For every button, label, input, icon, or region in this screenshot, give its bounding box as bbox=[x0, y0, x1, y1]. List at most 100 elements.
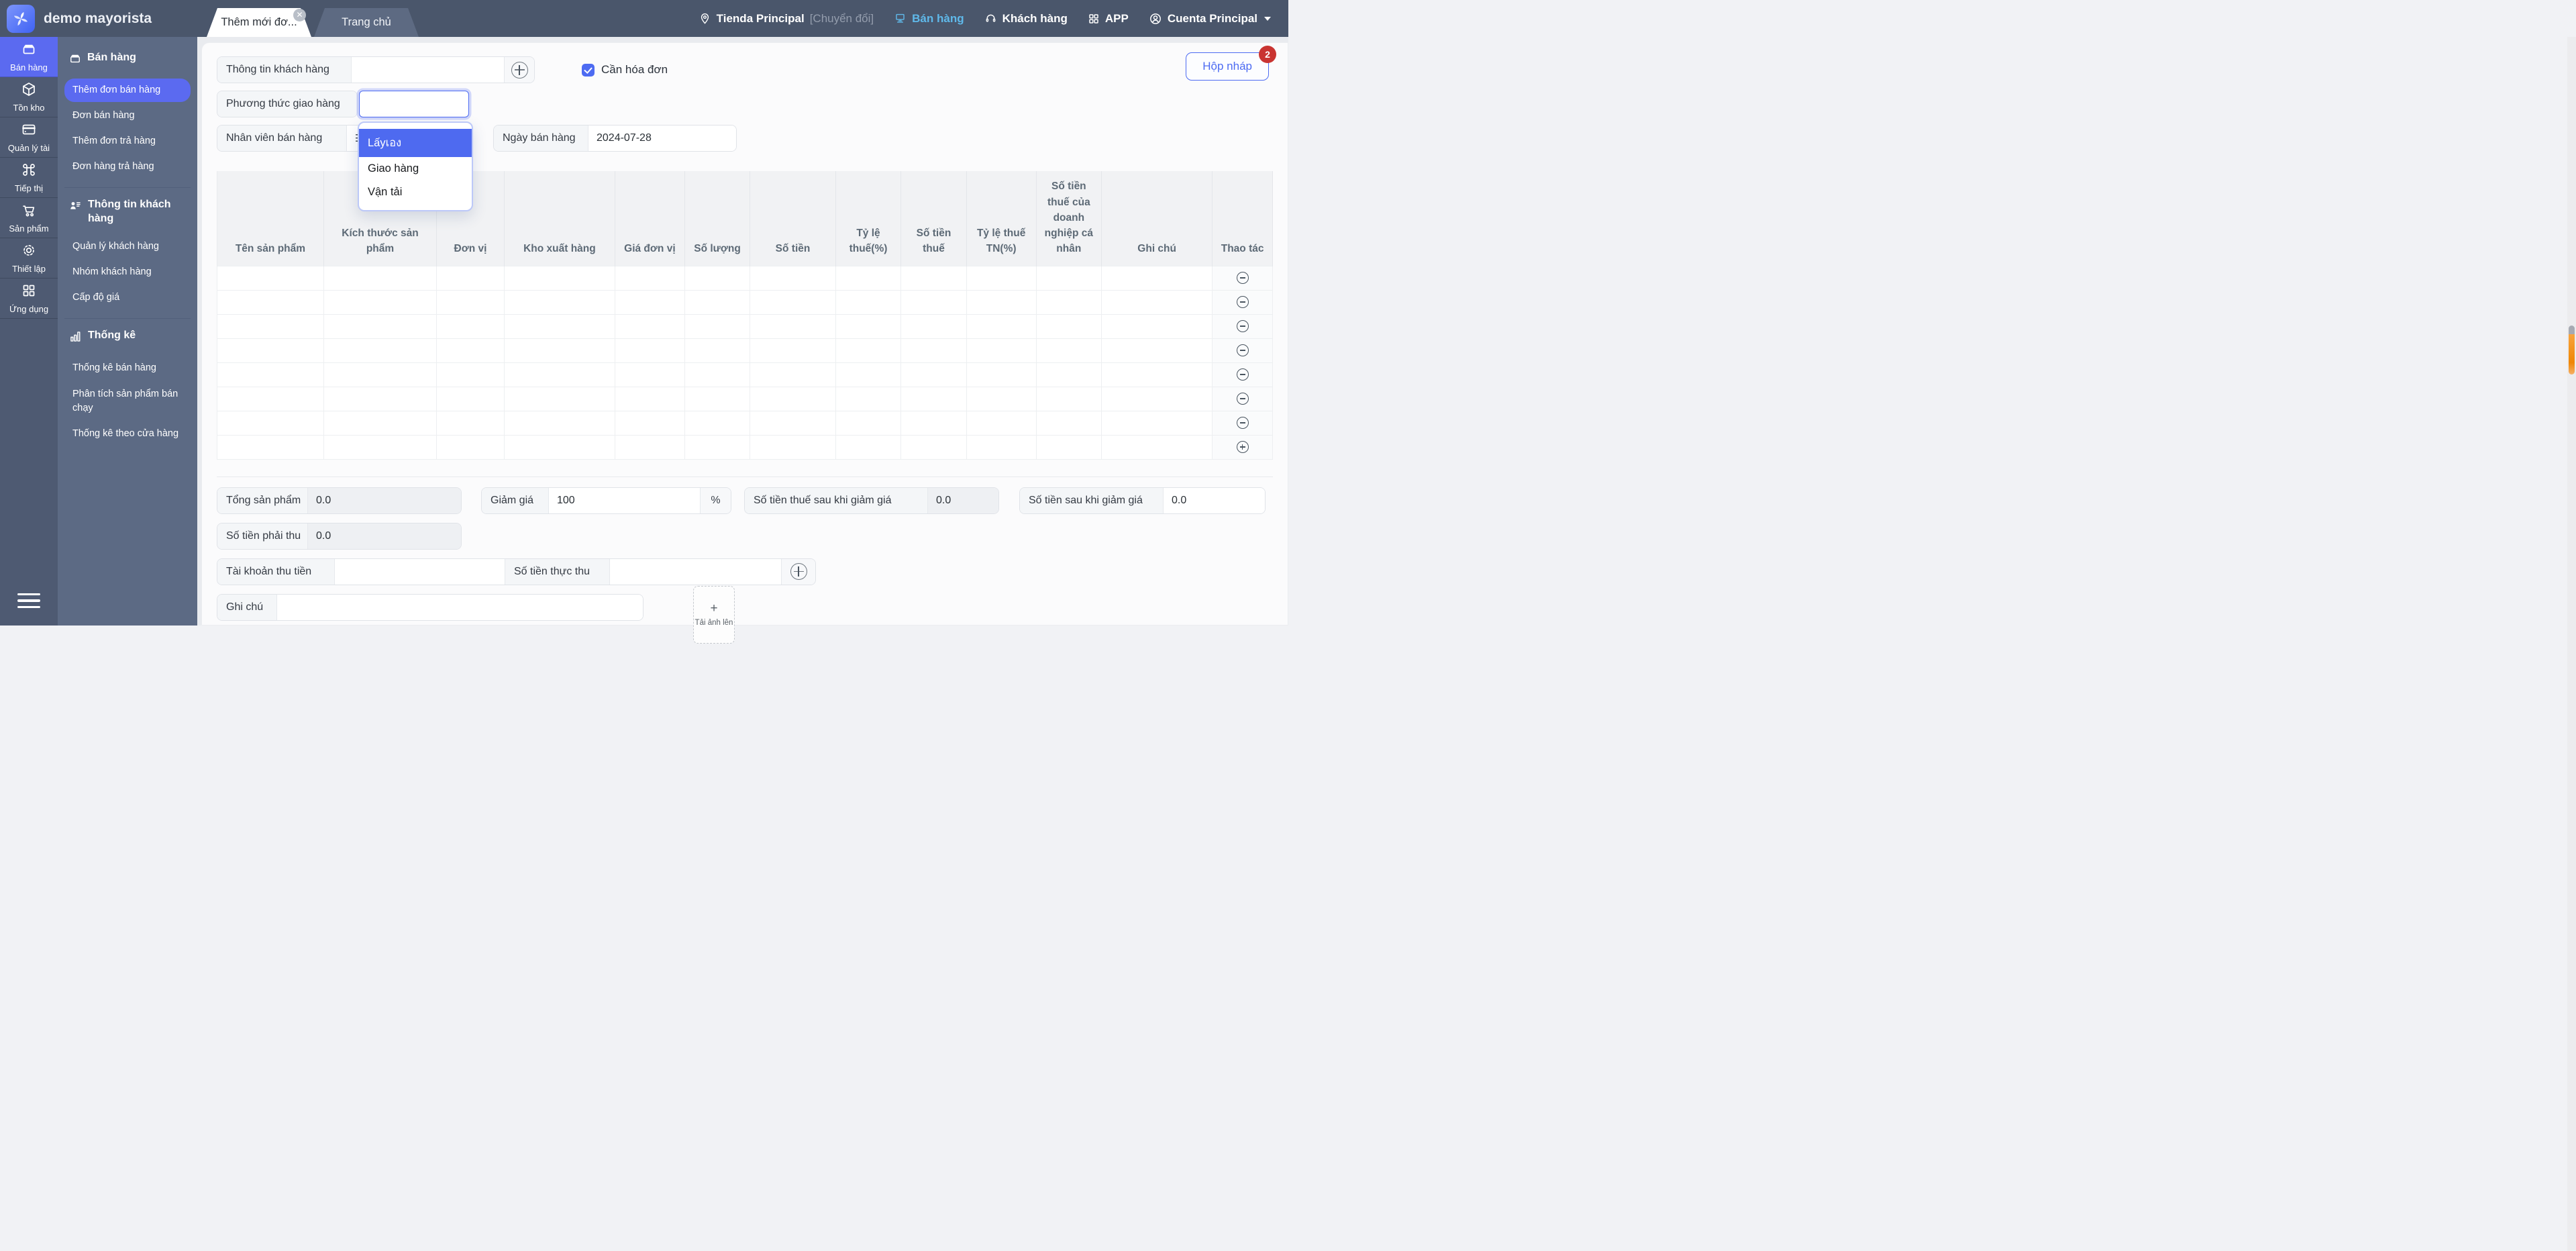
table-cell[interactable] bbox=[901, 266, 967, 290]
rail-item-cube[interactable]: Tồn kho bbox=[0, 77, 58, 117]
sidebar-item[interactable]: Quản lý khách hàng bbox=[64, 235, 191, 258]
table-cell[interactable] bbox=[750, 411, 835, 435]
table-cell[interactable] bbox=[323, 314, 436, 338]
table-cell[interactable] bbox=[323, 266, 436, 290]
table-cell[interactable] bbox=[323, 387, 436, 411]
remove-row-icon[interactable] bbox=[1237, 344, 1249, 356]
table-cell[interactable] bbox=[1102, 411, 1213, 435]
table-cell[interactable] bbox=[966, 435, 1036, 459]
table-cell[interactable] bbox=[684, 290, 750, 314]
delivery-option[interactable]: Giao hàng bbox=[359, 157, 472, 181]
remove-row-icon[interactable] bbox=[1237, 393, 1249, 405]
table-cell[interactable] bbox=[1102, 290, 1213, 314]
tab-close-icon[interactable]: ✕ bbox=[293, 9, 306, 21]
table-cell[interactable] bbox=[966, 387, 1036, 411]
table-cell[interactable] bbox=[504, 266, 615, 290]
table-cell[interactable] bbox=[323, 362, 436, 387]
table-cell[interactable] bbox=[323, 435, 436, 459]
rail-item-card[interactable]: Quản lý tài bbox=[0, 117, 58, 158]
scrollbar-thumb[interactable] bbox=[2569, 326, 2575, 374]
table-cell[interactable] bbox=[323, 338, 436, 362]
sidebar-item[interactable]: Thống kê theo cửa hàng bbox=[64, 422, 191, 446]
table-cell[interactable] bbox=[901, 362, 967, 387]
remove-row-icon[interactable] bbox=[1237, 320, 1249, 332]
store-selector[interactable]: Tienda Principal [Chuyển đổi] bbox=[699, 12, 874, 26]
vertical-scrollbar[interactable] bbox=[2567, 37, 2576, 1251]
remove-row-icon[interactable] bbox=[1237, 296, 1249, 308]
table-cell[interactable] bbox=[684, 435, 750, 459]
table-cell[interactable] bbox=[750, 435, 835, 459]
app-logo-icon[interactable] bbox=[7, 5, 35, 33]
row-action-cell[interactable] bbox=[1213, 435, 1273, 459]
table-cell[interactable] bbox=[504, 411, 615, 435]
table-cell[interactable] bbox=[615, 338, 684, 362]
table-cell[interactable] bbox=[217, 362, 324, 387]
table-cell[interactable] bbox=[437, 266, 505, 290]
table-cell[interactable] bbox=[835, 362, 901, 387]
sidebar-item[interactable]: Phân tích sản phẩm bán chạy bbox=[64, 383, 191, 420]
table-cell[interactable] bbox=[1102, 314, 1213, 338]
sidebar-item[interactable]: Đơn bán hàng bbox=[64, 104, 191, 128]
table-cell[interactable] bbox=[684, 314, 750, 338]
received-amount-input[interactable] bbox=[610, 559, 781, 585]
table-cell[interactable] bbox=[684, 362, 750, 387]
table-cell[interactable] bbox=[835, 314, 901, 338]
rail-item-cart[interactable]: Sản phẩm bbox=[0, 198, 58, 238]
remove-row-icon[interactable] bbox=[1237, 272, 1249, 284]
table-cell[interactable] bbox=[1036, 435, 1102, 459]
table-cell[interactable] bbox=[1036, 411, 1102, 435]
sidebar-item[interactable]: Thống kê bán hàng bbox=[64, 356, 191, 380]
table-cell[interactable] bbox=[217, 387, 324, 411]
table-cell[interactable] bbox=[217, 411, 324, 435]
table-cell[interactable] bbox=[1102, 362, 1213, 387]
table-cell[interactable] bbox=[1036, 338, 1102, 362]
sidebar-item[interactable]: Nhóm khách hàng bbox=[64, 260, 191, 284]
sale-date-input[interactable]: 2024-07-28 bbox=[588, 126, 736, 151]
table-cell[interactable] bbox=[437, 387, 505, 411]
table-cell[interactable] bbox=[684, 266, 750, 290]
table-cell[interactable] bbox=[750, 362, 835, 387]
hamburger-menu-icon[interactable] bbox=[0, 593, 58, 609]
table-cell[interactable] bbox=[901, 290, 967, 314]
rail-item-store[interactable]: Bán hàng bbox=[0, 37, 58, 77]
delivery-option[interactable]: Lấyเอง bbox=[359, 129, 472, 157]
table-cell[interactable] bbox=[217, 314, 324, 338]
table-cell[interactable] bbox=[437, 362, 505, 387]
table-cell[interactable] bbox=[1036, 314, 1102, 338]
table-cell[interactable] bbox=[615, 435, 684, 459]
table-cell[interactable] bbox=[1036, 362, 1102, 387]
delivery-method-input[interactable] bbox=[359, 91, 469, 117]
delivery-option[interactable]: Vận tải bbox=[359, 181, 472, 204]
table-cell[interactable] bbox=[835, 435, 901, 459]
table-cell[interactable] bbox=[504, 435, 615, 459]
invoice-checkbox[interactable] bbox=[582, 64, 595, 77]
table-cell[interactable] bbox=[750, 338, 835, 362]
table-cell[interactable] bbox=[1036, 266, 1102, 290]
rail-item-command[interactable]: Tiếp thị bbox=[0, 158, 58, 198]
table-cell[interactable] bbox=[835, 266, 901, 290]
store-switch-link[interactable]: [Chuyển đổi] bbox=[810, 12, 874, 26]
table-cell[interactable] bbox=[217, 266, 324, 290]
account-menu[interactable]: Cuenta Principal bbox=[1149, 12, 1271, 26]
nav-sales[interactable]: Bán hàng bbox=[894, 12, 964, 26]
add-customer-button[interactable] bbox=[504, 57, 534, 83]
table-cell[interactable] bbox=[1036, 290, 1102, 314]
table-cell[interactable] bbox=[835, 338, 901, 362]
table-cell[interactable] bbox=[504, 387, 615, 411]
table-cell[interactable] bbox=[966, 362, 1036, 387]
table-cell[interactable] bbox=[437, 314, 505, 338]
remove-row-icon[interactable] bbox=[1237, 368, 1249, 381]
nav-app[interactable]: APP bbox=[1088, 12, 1129, 26]
table-cell[interactable] bbox=[901, 411, 967, 435]
rail-item-gear[interactable]: Thiết lập bbox=[0, 238, 58, 279]
table-cell[interactable] bbox=[323, 411, 436, 435]
row-action-cell[interactable] bbox=[1213, 338, 1273, 362]
table-cell[interactable] bbox=[901, 338, 967, 362]
row-action-cell[interactable] bbox=[1213, 314, 1273, 338]
table-cell[interactable] bbox=[615, 290, 684, 314]
sidebar-item[interactable]: Đơn hàng trả hàng bbox=[64, 155, 191, 179]
note-input[interactable] bbox=[277, 595, 643, 620]
table-cell[interactable] bbox=[750, 314, 835, 338]
table-cell[interactable] bbox=[615, 362, 684, 387]
table-cell[interactable] bbox=[901, 314, 967, 338]
